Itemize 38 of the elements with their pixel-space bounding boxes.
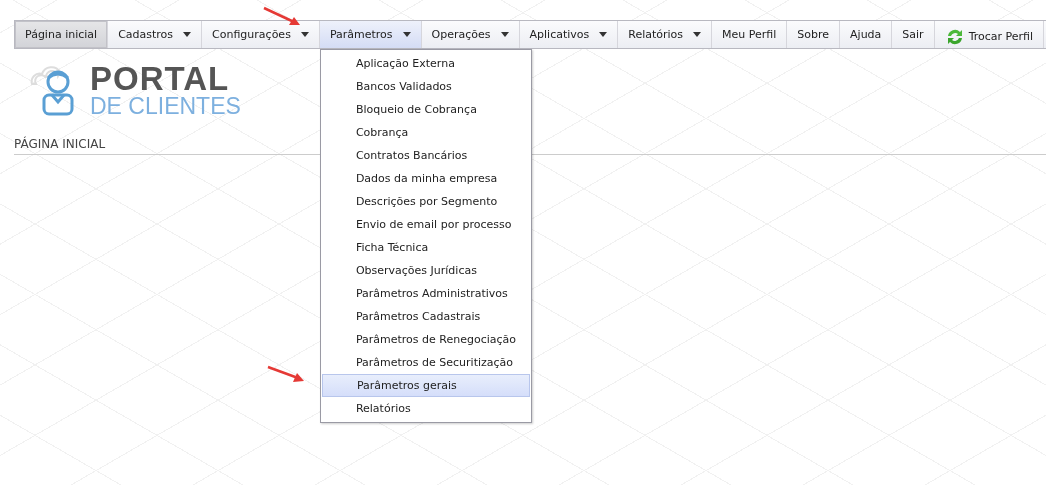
menu-item[interactable]: Parâmetros de Renegociação xyxy=(321,328,530,351)
menu-item[interactable]: Bancos Validados xyxy=(321,75,530,98)
menu-item[interactable]: Parâmetros Cadastrais xyxy=(321,305,530,328)
menu-tab[interactable]: Meu Perfil xyxy=(712,21,787,48)
menu-item[interactable]: Dados da minha empresa xyxy=(321,167,530,190)
menu-item[interactable]: Envio de email por processo xyxy=(321,213,530,236)
menu-item[interactable]: Observações Jurídicas xyxy=(321,259,530,282)
menu-item[interactable]: Contratos Bancários xyxy=(321,144,530,167)
logo-title: PORTAL xyxy=(90,62,231,95)
menu-tab[interactable]: Sair xyxy=(892,21,934,48)
switch-profile-button[interactable]: Trocar Perfil xyxy=(934,21,1044,48)
menu-tab[interactable]: Cadastros xyxy=(108,21,202,48)
caret-icon xyxy=(500,32,509,37)
menu-item[interactable]: Ficha Técnica xyxy=(321,236,530,259)
menu-item[interactable]: Parâmetros de Securitização xyxy=(321,351,530,374)
menu-item[interactable]: Cobrança xyxy=(321,121,530,144)
arrow xyxy=(262,6,302,28)
menu-item[interactable]: Descrições por Segmento xyxy=(321,190,530,213)
caret-icon xyxy=(300,32,309,37)
menu-tab[interactable]: Operações xyxy=(421,21,519,48)
caret-icon xyxy=(183,32,192,37)
caret-icon xyxy=(693,32,702,37)
menu-tab[interactable]: Configurações xyxy=(202,21,319,48)
menu-item[interactable]: Parâmetros gerais xyxy=(321,374,530,397)
menu-item[interactable]: Aplicação Externa xyxy=(321,52,530,75)
menu-tab[interactable]: Parâmetros xyxy=(319,21,421,48)
logo-subtitle: DE CLIENTES xyxy=(90,95,241,118)
menu-item[interactable]: Relatórios xyxy=(321,397,530,420)
menu-tab[interactable]: Sobre xyxy=(787,21,840,48)
caret-icon xyxy=(402,32,411,37)
menu-tab[interactable]: Página inicial xyxy=(15,21,108,48)
menu-tab[interactable]: Aplicativos xyxy=(519,21,618,48)
arrow xyxy=(266,365,306,385)
menu-tab[interactable]: Relatórios xyxy=(618,21,712,48)
menu-item[interactable]: Parâmetros Administrativos xyxy=(321,282,530,305)
menu-item[interactable]: Bloqueio de Cobrança xyxy=(321,98,530,121)
caret-icon xyxy=(599,32,608,37)
menu-tab[interactable]: Ajuda xyxy=(840,21,892,48)
